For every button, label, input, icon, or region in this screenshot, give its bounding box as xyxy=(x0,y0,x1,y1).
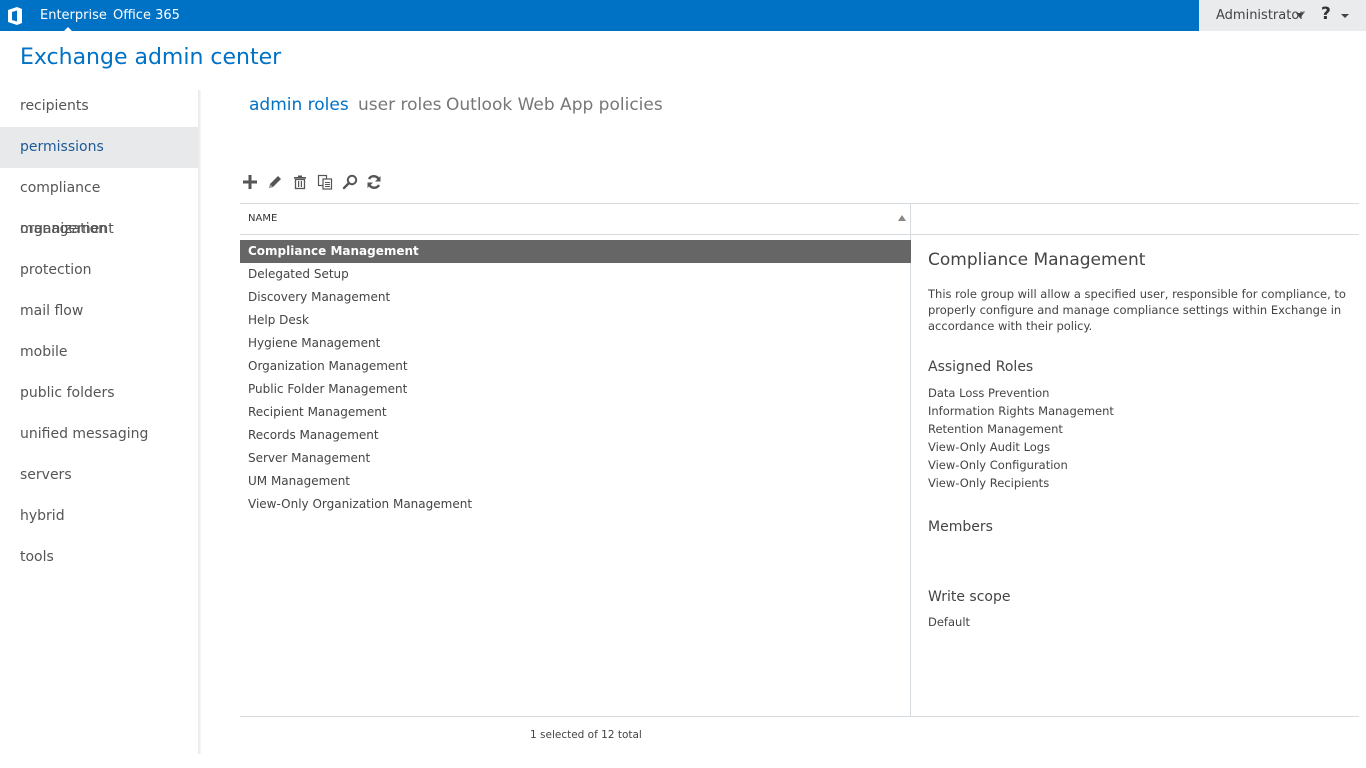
list-item[interactable]: Delegated Setup xyxy=(240,263,911,286)
user-menu[interactable]: Administrator xyxy=(1216,8,1305,23)
sidebar-item-permissions[interactable]: permissions xyxy=(0,127,198,168)
app-title: Exchange admin center xyxy=(20,45,282,70)
tab-user-roles[interactable]: user roles xyxy=(358,95,442,115)
sidebar-item-mobile[interactable]: mobile xyxy=(0,332,198,373)
assigned-role-item: Retention Management xyxy=(928,422,1063,436)
chevron-down-icon[interactable] xyxy=(1341,14,1349,18)
sidebar-divider xyxy=(198,90,201,754)
chevron-down-icon[interactable] xyxy=(1296,13,1304,18)
search-icon[interactable] xyxy=(341,173,359,191)
grid-footer-border xyxy=(240,716,1359,717)
refresh-icon[interactable] xyxy=(365,173,383,191)
sidebar-item-organization[interactable]: organization xyxy=(0,209,198,250)
top-navigation-bar: Enterprise Office 365 Administrator ? xyxy=(0,0,1366,31)
members-heading: Members xyxy=(928,519,993,535)
list-item[interactable]: Recipient Management xyxy=(240,401,911,424)
tab-outlook-web-app-policies[interactable]: Outlook Web App policies xyxy=(446,95,663,115)
sidebar-item-compliance-management[interactable]: compliance management xyxy=(0,168,198,237)
grid-header-top-border xyxy=(240,203,1359,204)
list-item[interactable]: Server Management xyxy=(240,447,911,470)
list-item[interactable]: Public Folder Management xyxy=(240,378,911,401)
assigned-roles-heading: Assigned Roles xyxy=(928,359,1034,375)
tab-admin-roles[interactable]: admin roles xyxy=(249,95,349,115)
list-item[interactable]: Organization Management xyxy=(240,355,911,378)
column-header-name[interactable]: NAME xyxy=(248,213,277,224)
sidebar-item-servers[interactable]: servers xyxy=(0,455,198,496)
active-nav-indicator xyxy=(64,27,72,31)
assigned-role-item: View-Only Audit Logs xyxy=(928,440,1051,454)
list-item[interactable]: Discovery Management xyxy=(240,286,911,309)
trash-icon[interactable] xyxy=(291,173,309,191)
selection-status: 1 selected of 12 total xyxy=(530,729,642,741)
list-item[interactable]: View-Only Organization Management xyxy=(240,493,911,516)
plus-icon[interactable] xyxy=(241,173,259,191)
copy-icon[interactable] xyxy=(316,173,334,191)
nav-office-365[interactable]: Office 365 xyxy=(113,8,180,23)
sidebar-item-hybrid[interactable]: hybrid xyxy=(0,496,198,537)
list-item[interactable]: UM Management xyxy=(240,470,911,493)
sidebar-item-public-folders[interactable]: public folders xyxy=(0,373,198,414)
nav-enterprise[interactable]: Enterprise xyxy=(40,8,107,23)
pencil-icon[interactable] xyxy=(266,173,284,191)
assigned-role-item: Information Rights Management xyxy=(928,404,1114,418)
details-description: This role group will allow a specified u… xyxy=(928,287,1346,333)
sidebar-item-mail-flow[interactable]: mail flow xyxy=(0,291,198,332)
write-scope-value: Default xyxy=(928,615,971,629)
office-logo-icon[interactable] xyxy=(6,6,24,26)
list-item[interactable]: Compliance Management xyxy=(240,240,911,263)
user-area: Administrator ? xyxy=(1199,0,1366,31)
list-item[interactable]: Help Desk xyxy=(240,309,911,332)
details-title: Compliance Management xyxy=(928,250,1146,270)
sidebar-item-unified-messaging[interactable]: unified messaging xyxy=(0,414,198,455)
sidebar-item-protection[interactable]: protection xyxy=(0,250,198,291)
assigned-role-item: Data Loss Prevention xyxy=(928,386,1050,400)
sort-ascending-icon[interactable] xyxy=(898,215,906,221)
assigned-role-item: View-Only Recipients xyxy=(928,476,1050,490)
write-scope-heading: Write scope xyxy=(928,589,1011,605)
sidebar: recipients permissions compliance manage… xyxy=(0,86,198,754)
sidebar-item-recipients[interactable]: recipients xyxy=(0,86,198,127)
help-button[interactable]: ? xyxy=(1321,4,1331,24)
sidebar-item-tools[interactable]: tools xyxy=(0,537,198,578)
assigned-role-item: View-Only Configuration xyxy=(928,458,1068,472)
list-item[interactable]: Records Management xyxy=(240,424,911,447)
list-item[interactable]: Hygiene Management xyxy=(240,332,911,355)
grid-header-bottom-border xyxy=(240,234,1359,235)
